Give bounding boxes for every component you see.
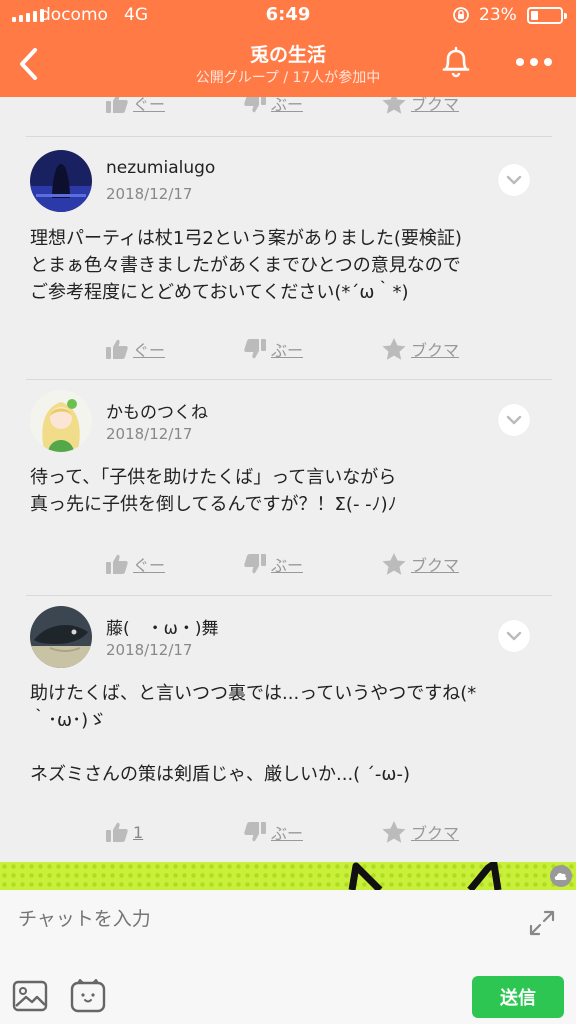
post-date: 2018/12/17 (106, 425, 193, 443)
post-body: 待って、「子供を助けたくば」って言いながら 真っ先に子供を倒してるんですが？！Σ… (30, 467, 397, 515)
bookmark-button[interactable]: ブクマ (381, 820, 519, 844)
ad-banner[interactable] (0, 862, 576, 890)
post-username[interactable]: nezumialugo (106, 158, 215, 178)
thumbs-up-icon (106, 97, 128, 113)
post-feed[interactable]: ぐー ぶー ブクマ nezumialugo 2018/12/17 理想パーティは… (0, 97, 576, 862)
thumbs-down-icon (244, 822, 266, 842)
bell-icon[interactable] (436, 42, 476, 82)
avatar[interactable] (30, 390, 92, 452)
status-bar: docomo 4G 6:49 23% (0, 0, 576, 30)
chevron-down-icon (506, 415, 522, 425)
ad-illustration (348, 862, 502, 890)
post-body: 理想パーティは杖1弓2という案がありました(要検証) とまぁ色々書きましたがあく… (30, 228, 462, 303)
thumbs-up-icon (106, 554, 128, 574)
good-button[interactable]: ぐー (105, 552, 243, 576)
boo-button[interactable]: ぶー (243, 337, 381, 361)
chat-input[interactable] (18, 904, 498, 934)
bookmark-button[interactable]: ブクマ (381, 97, 519, 115)
bookmark-button[interactable]: ブクマ (381, 337, 519, 361)
reaction-row: ぐー ぶー ブクマ (105, 97, 519, 115)
group-title: 兎の生活 (249, 44, 326, 66)
bookmark-button[interactable]: ブクマ (381, 552, 519, 576)
post-date: 2018/12/17 (106, 185, 193, 203)
star-icon (382, 821, 406, 843)
thumbs-down-icon (244, 339, 266, 359)
avatar[interactable] (30, 606, 92, 668)
star-icon (382, 97, 406, 114)
good-button[interactable]: 1 (105, 820, 243, 844)
thumbs-up-icon (106, 822, 128, 842)
post-menu-button[interactable] (498, 164, 530, 196)
cloud-icon (554, 872, 567, 880)
chat-composer: 送信 (0, 890, 576, 1024)
group-subtitle: 公開グループ / 17人が参加中 (195, 70, 381, 86)
boo-button[interactable]: ぶー (243, 97, 381, 115)
ad-info-button[interactable] (550, 865, 572, 887)
reaction-row: 1 ぶー ブクマ (105, 820, 519, 844)
reaction-row: ぐー ぶー ブクマ (105, 552, 519, 576)
boo-button[interactable]: ぶー (243, 552, 381, 576)
thumbs-down-icon (244, 97, 266, 113)
post-menu-button[interactable] (498, 620, 530, 652)
more-menu-button[interactable] (510, 46, 558, 78)
divider (26, 136, 552, 137)
thumbs-down-icon (244, 554, 266, 574)
post-username[interactable]: 藤( ・ω・)舞 (106, 614, 219, 639)
avatar-image (30, 390, 92, 452)
good-button[interactable]: ぐー (105, 337, 243, 361)
avatar-image (30, 150, 92, 212)
photo-icon[interactable] (12, 980, 48, 1012)
chevron-down-icon (506, 175, 522, 185)
rotation-lock-icon (453, 7, 469, 23)
battery-percent: 23% (479, 5, 517, 25)
reaction-row: ぐー ぶー ブクマ (105, 337, 519, 361)
post-menu-button[interactable] (498, 404, 530, 436)
post-date: 2018/12/17 (106, 641, 193, 659)
good-button[interactable]: ぐー (105, 97, 243, 115)
star-icon (382, 553, 406, 575)
thumbs-up-icon (106, 339, 128, 359)
divider (26, 379, 552, 380)
chevron-down-icon (506, 631, 522, 641)
star-icon (382, 338, 406, 360)
sticker-icon[interactable] (70, 979, 106, 1013)
good-count: 1 (133, 822, 144, 842)
avatar[interactable] (30, 150, 92, 212)
battery-icon (527, 7, 567, 24)
send-button[interactable]: 送信 (472, 976, 564, 1018)
expand-icon[interactable] (527, 908, 557, 938)
divider (26, 595, 552, 596)
avatar-image (30, 606, 92, 668)
post-username[interactable]: かものつくね (106, 398, 208, 423)
boo-button[interactable]: ぶー (243, 820, 381, 844)
app-header: docomo 4G 6:49 23% 兎の生活 公開グループ / 17人が参加中 (0, 0, 576, 97)
post-body: 助けたくば、と言いつつ裏では...っていうやつですね(* ｀･ω･)ゞ ネズミさ… (30, 683, 477, 785)
